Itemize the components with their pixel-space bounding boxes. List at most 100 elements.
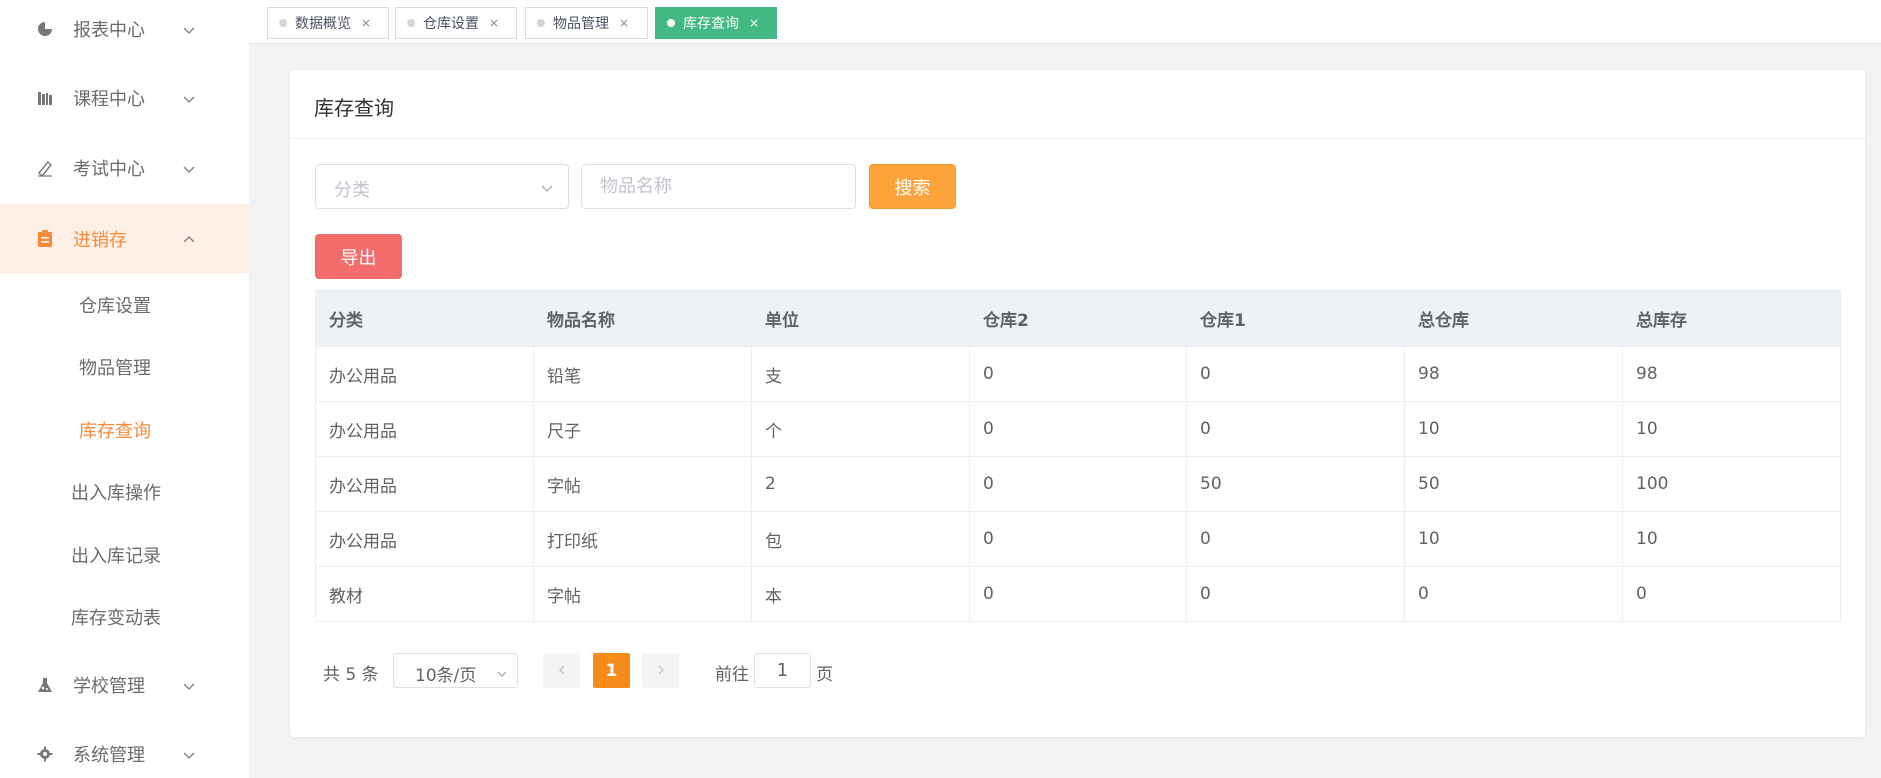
table-cell: 98 [1404, 346, 1623, 402]
table-cell: 包 [751, 511, 970, 567]
tab-dot [667, 19, 675, 27]
column-header-unit[interactable]: 单位 [751, 290, 970, 347]
chevron-right-icon [655, 661, 667, 680]
card-header: 库存查询 [290, 70, 1865, 139]
table-cell: 个 [751, 401, 970, 457]
chevron-down-icon [182, 747, 196, 761]
table-cell: 0 [1186, 401, 1405, 457]
menu-course-center[interactable]: 课程中心 [0, 63, 249, 133]
chevron-up-icon [182, 232, 196, 246]
menu-label: 报表中心 [73, 20, 145, 41]
column-header-category[interactable]: 分类 [315, 290, 534, 347]
menu-report-center[interactable]: 报表中心 [0, 0, 249, 64]
column-header-warehouse-1[interactable]: 仓库1 [1186, 290, 1405, 347]
table-row[interactable]: 办公用品 铅笔 支 0 0 98 98 [315, 346, 1841, 402]
chevron-down-icon [540, 180, 554, 194]
close-icon[interactable]: × [749, 16, 759, 30]
table-cell: 98 [1622, 346, 1841, 402]
table-cell: 100 [1622, 456, 1841, 512]
menu-inventory[interactable]: 进销存 [0, 204, 249, 274]
table-cell: 本 [751, 566, 970, 622]
table-cell: 办公用品 [315, 511, 534, 567]
chevron-left-icon [556, 661, 568, 680]
tab-item-management[interactable]: 物品管理 × [525, 7, 648, 39]
books-icon [36, 89, 54, 107]
sub-stock-inout-operation[interactable]: 出入库操作 [0, 461, 249, 523]
table-cell: 0 [969, 456, 1187, 512]
table-cell: 办公用品 [315, 401, 534, 457]
tab-dot [407, 19, 415, 27]
close-icon[interactable]: × [619, 16, 629, 30]
page-suffix: 页 [816, 665, 833, 685]
sub-stock-inout-records[interactable]: 出入库记录 [0, 524, 249, 586]
tabs-bar: 数据概览 × 仓库设置 × 物品管理 × 库存查询 × [249, 0, 1881, 44]
menu-label: 学校管理 [73, 676, 145, 697]
table-cell: 办公用品 [315, 346, 534, 402]
table-cell: 10 [1622, 401, 1841, 457]
table-cell: 教材 [315, 566, 534, 622]
sub-item-management[interactable]: 物品管理 [0, 336, 249, 398]
table-cell: 打印纸 [533, 511, 752, 567]
category-select-placeholder: 分类 [334, 180, 370, 201]
sub-item-label: 物品管理 [79, 358, 151, 379]
column-header-total-warehouse[interactable]: 总仓库 [1404, 290, 1623, 347]
column-header-item-name[interactable]: 物品名称 [533, 290, 752, 347]
table-row[interactable]: 办公用品 尺子 个 0 0 10 10 [315, 401, 1841, 457]
menu-label: 进销存 [73, 230, 127, 251]
main-card: 库存查询 分类 搜索 导出 分类 物品名称 单位 仓库2 仓库1 总仓库 总库存 [290, 70, 1865, 737]
sub-warehouse-settings[interactable]: 仓库设置 [0, 274, 249, 336]
sub-item-label: 出入库操作 [71, 483, 161, 504]
table-cell: 0 [1186, 346, 1405, 402]
sidebar: 报表中心 课程中心 考试中心 进销存 仓库设置 物品管理 库存查询 出入库操作 … [0, 0, 249, 778]
table-cell: 0 [969, 401, 1187, 457]
item-name-input[interactable] [581, 164, 856, 209]
table-cell: 0 [1404, 566, 1623, 622]
category-select[interactable]: 分类 [315, 164, 569, 209]
search-button[interactable]: 搜索 [869, 164, 956, 209]
pen-icon [36, 159, 54, 177]
flask-icon [36, 676, 54, 694]
sub-item-label: 出入库记录 [71, 546, 161, 567]
table-row[interactable]: 办公用品 字帖 2 0 50 50 100 [315, 456, 1841, 512]
table-cell: 0 [1622, 566, 1841, 622]
gear-icon [36, 745, 54, 763]
sub-stock-change-table[interactable]: 库存变动表 [0, 586, 249, 648]
chevron-down-icon [496, 665, 508, 677]
close-icon[interactable]: × [361, 16, 371, 30]
table-cell: 10 [1622, 511, 1841, 567]
table-row[interactable]: 办公用品 打印纸 包 0 0 10 10 [315, 511, 1841, 567]
column-header-total-stock[interactable]: 总库存 [1622, 290, 1841, 347]
menu-school-management[interactable]: 学校管理 [0, 650, 249, 720]
menu-system-management[interactable]: 系统管理 [0, 719, 249, 778]
tab-label: 物品管理 [553, 16, 609, 32]
close-icon[interactable]: × [489, 16, 499, 30]
tab-label: 数据概览 [295, 16, 351, 32]
table-cell: 0 [1186, 511, 1405, 567]
page-number-current[interactable]: 1 [593, 653, 630, 688]
sub-stock-query[interactable]: 库存查询 [0, 399, 249, 461]
table-cell: 0 [969, 346, 1187, 402]
table-cell: 2 [751, 456, 970, 512]
pagination: 共 5 条 10条/页 1 前往 页 [290, 650, 1865, 690]
table-cell: 0 [969, 566, 1187, 622]
next-page-button[interactable] [642, 653, 679, 688]
tab-data-overview[interactable]: 数据概览 × [267, 7, 389, 39]
column-header-warehouse-2[interactable]: 仓库2 [969, 290, 1187, 347]
table-cell: 办公用品 [315, 456, 534, 512]
tab-dot [279, 19, 287, 27]
prev-page-button[interactable] [543, 653, 580, 688]
table-cell: 铅笔 [533, 346, 752, 402]
menu-exam-center[interactable]: 考试中心 [0, 133, 249, 203]
tab-warehouse-settings[interactable]: 仓库设置 × [395, 7, 517, 39]
table-row[interactable]: 教材 字帖 本 0 0 0 0 [315, 566, 1841, 622]
tab-dot [537, 19, 545, 27]
chevron-down-icon [182, 22, 196, 36]
table-cell: 支 [751, 346, 970, 402]
goto-page-input[interactable] [754, 653, 811, 688]
export-button[interactable]: 导出 [315, 234, 402, 279]
page-size-select[interactable]: 10条/页 [393, 653, 518, 688]
chevron-down-icon [182, 678, 196, 692]
tab-stock-query[interactable]: 库存查询 × [655, 7, 777, 39]
table-cell: 字帖 [533, 456, 752, 512]
sub-item-label: 库存变动表 [71, 608, 161, 629]
